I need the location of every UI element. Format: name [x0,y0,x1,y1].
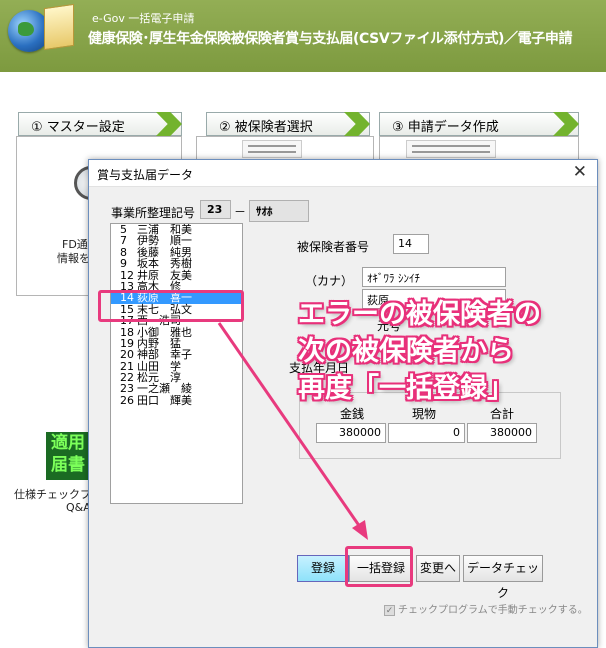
step-create-data[interactable]: ③ 申請データ作成 [379,112,579,136]
spec-check-icon[interactable]: 適用届書 [46,432,90,480]
folder-icon [44,3,74,51]
app-name: e-Gov 一括電子申請 [92,12,195,25]
list-item-number: 9 [120,257,127,271]
total-input[interactable]: 380000 [467,423,537,443]
list-item-number: 20 [120,348,134,362]
step-select-insured[interactable]: ② 被保険者選択 [206,112,370,136]
money-label: 金銭 [340,407,365,421]
step-label: ① マスター設定 [31,120,125,135]
step-label: ② 被保険者選択 [219,120,313,135]
manual-check-checkbox[interactable]: ✓ チェックプログラムで手動チェックする。 [384,601,588,616]
document-thumbnail [406,140,496,158]
panel-text: 情報を [57,252,90,265]
office-code-separator: － [234,205,247,219]
annotation-text: エラーの被保険者の 次の被保険者から 再度「一括登録」 [298,296,541,407]
close-icon[interactable]: ✕ [573,162,587,182]
chevron-right-icon [553,112,579,136]
chevron-right-icon [156,112,182,136]
annotation-line: エラーの被保険者の [298,299,541,330]
app-header: e-Gov 一括電子申請 健康保険･厚生年金保険被保険者賞与支払届(CSVファイ… [0,0,606,72]
page-title: 健康保険･厚生年金保険被保険者賞与支払届(CSVファイル添付方式)／電子申請 [88,31,573,47]
money-input[interactable]: 380000 [316,423,386,443]
document-thumbnail [242,140,302,158]
dialog-title: 賞与支払届データ [97,168,194,182]
list-item-name: 田口 輝美 [137,393,192,407]
insured-number-input[interactable]: 14 [393,234,429,254]
checkbox-label: チェックプログラムで手動チェックする。 [398,605,588,616]
annotation-line: 再度「一括登録」 [298,373,514,404]
total-label: 合計 [490,407,515,421]
spec-check-caption: 仕様チェックプ [14,488,91,501]
kana-input[interactable]: ｵｷﾞﾜﾗ ｼﾝｲﾁ [362,267,506,287]
register-button[interactable]: 登録 [297,555,349,582]
step-master-settings[interactable]: ① マスター設定 [18,112,182,136]
office-name-field: ｻｵﾎ [249,200,309,222]
highlight-error-row [98,290,244,322]
data-check-button[interactable]: データチェック [463,555,543,600]
dialog-titlebar: 賞与支払届データ ✕ [89,160,597,187]
checkmark-icon: ✓ [384,604,395,616]
insured-number-label: 被保険者番号 [297,240,370,254]
goods-input[interactable]: 0 [388,423,465,443]
change-button[interactable]: 変更へ [416,555,460,582]
office-code-label: 事業所整理記号 [111,206,196,220]
office-code-field: 23 [200,200,231,219]
list-item-number: 26 [120,393,134,407]
list-item[interactable]: 26 田口 輝美 [111,393,242,407]
annotation-line: 次の被保険者から [298,336,514,367]
highlight-bulk-register [345,546,413,587]
chevron-right-icon [344,112,370,136]
kana-label: （カナ） [305,274,354,288]
step-label: ③ 申請データ作成 [392,120,499,135]
goods-label: 現物 [412,407,437,421]
insured-list[interactable]: 5 三浦 和美 7 伊勢 順一 8 後藤 純男 9 坂本 秀樹 12 井原 友美 13 高木 修 14 荻… [110,223,243,504]
